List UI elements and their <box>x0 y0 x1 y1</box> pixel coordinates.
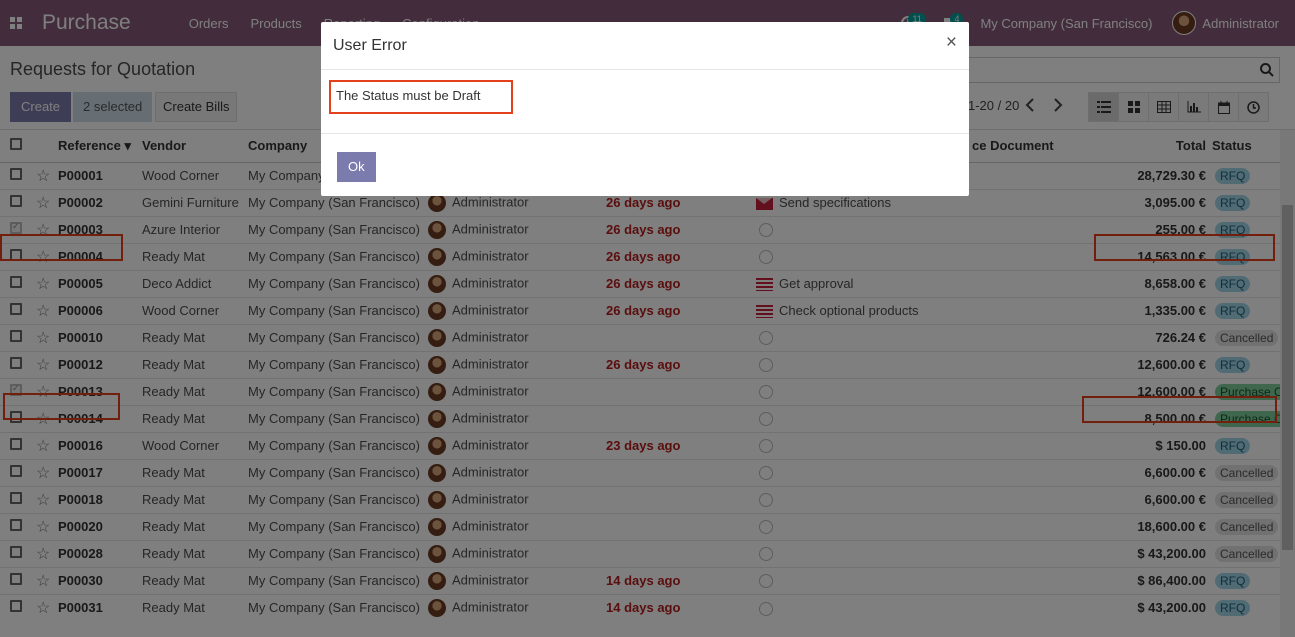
highlight-error-message <box>329 80 513 114</box>
dialog-header: User Error × <box>321 22 969 70</box>
user-error-dialog: User Error × The Status must be Draft Ok <box>321 22 969 196</box>
close-icon[interactable]: × <box>946 32 957 54</box>
dialog-footer: Ok <box>321 134 969 196</box>
ok-button[interactable]: Ok <box>337 152 376 182</box>
dialog-body: The Status must be Draft <box>321 70 969 134</box>
dialog-title: User Error <box>333 37 407 54</box>
